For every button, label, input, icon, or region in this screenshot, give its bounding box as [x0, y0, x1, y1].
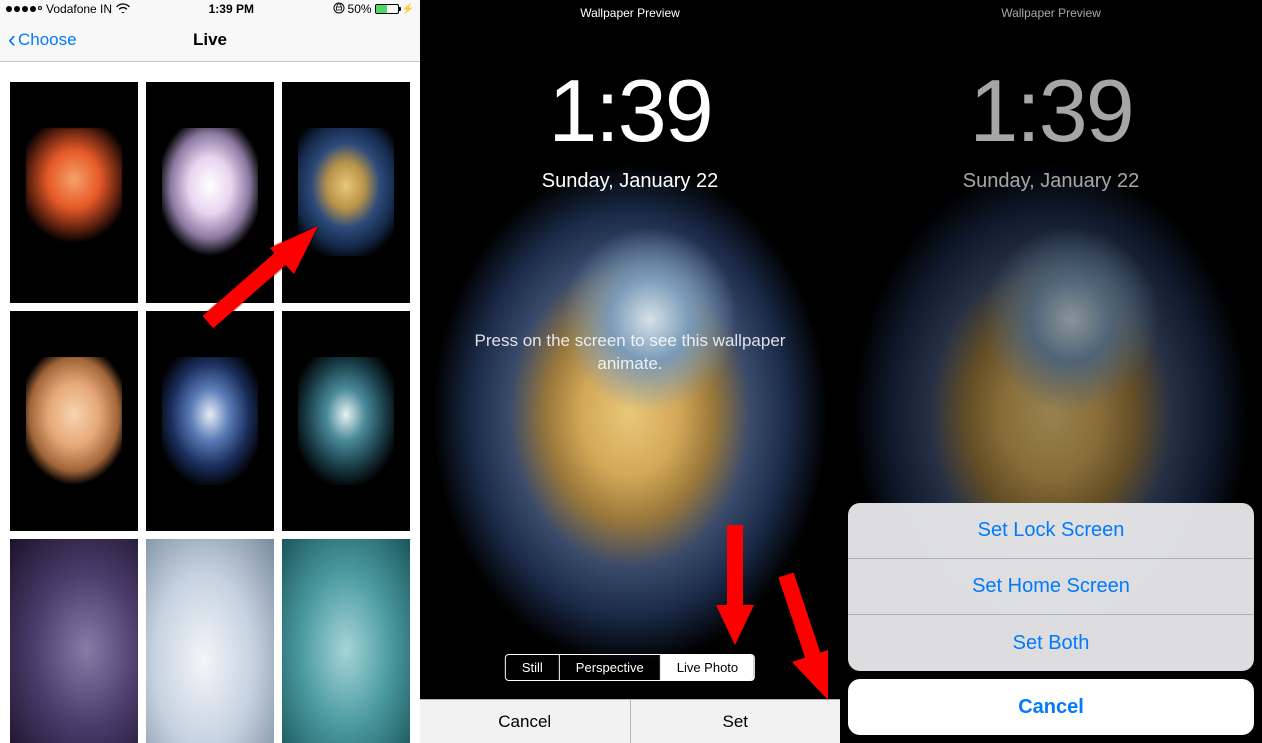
wallpaper-set-sheet-screen: Wallpaper Preview 1:39 Sunday, January 2…: [840, 0, 1262, 743]
display-mode-segmented: Still Perspective Live Photo: [505, 654, 755, 681]
action-sheet: Set Lock Screen Set Home Screen Set Both…: [848, 503, 1254, 735]
page-title: Live: [193, 30, 227, 50]
lock-date: Sunday, January 22: [420, 170, 840, 193]
signal-dots-icon: [6, 6, 42, 12]
wallpaper-thumb[interactable]: [282, 539, 410, 743]
wallpaper-thumb[interactable]: [282, 311, 410, 532]
wallpaper-grid: [0, 62, 420, 743]
action-sheet-group: Set Lock Screen Set Home Screen Set Both: [848, 503, 1254, 671]
preview-title: Wallpaper Preview: [420, 6, 840, 20]
cancel-button[interactable]: Cancel: [848, 679, 1254, 735]
set-lock-screen-button[interactable]: Set Lock Screen: [848, 503, 1254, 559]
set-home-screen-button[interactable]: Set Home Screen: [848, 559, 1254, 615]
navbar: ‹ Choose Live: [0, 18, 420, 62]
wallpaper-preview-screen: Wallpaper Preview 1:39 Sunday, January 2…: [420, 0, 840, 743]
battery-icon: [375, 4, 399, 14]
wallpaper-picker-screen: Vodafone IN 1:39 PM 50% ⚡ ‹ Choose Live: [0, 0, 420, 743]
wallpaper-thumb[interactable]: [146, 82, 274, 303]
carrier-label: Vodafone IN: [46, 2, 112, 16]
status-right: 50% ⚡: [333, 2, 414, 17]
wallpaper-thumb[interactable]: [282, 82, 410, 303]
segment-live-photo[interactable]: Live Photo: [661, 655, 754, 680]
wallpaper-thumb[interactable]: [10, 539, 138, 743]
rotation-lock-icon: [333, 2, 345, 17]
wallpaper-thumb[interactable]: [10, 311, 138, 532]
wallpaper-thumb[interactable]: [146, 311, 274, 532]
status-time: 1:39 PM: [209, 2, 254, 16]
cancel-button[interactable]: Cancel: [420, 700, 631, 743]
wallpaper-thumb[interactable]: [146, 539, 274, 743]
wallpaper-thumb[interactable]: [10, 82, 138, 303]
set-both-button[interactable]: Set Both: [848, 615, 1254, 671]
chevron-left-icon: ‹: [8, 28, 16, 52]
back-button[interactable]: ‹ Choose: [8, 28, 77, 52]
wifi-icon: [116, 2, 130, 16]
charging-icon: ⚡: [402, 4, 414, 15]
set-button[interactable]: Set: [631, 700, 841, 743]
bottom-bar: Cancel Set: [420, 699, 840, 743]
segment-perspective[interactable]: Perspective: [560, 655, 661, 680]
segment-still[interactable]: Still: [506, 655, 560, 680]
status-left: Vodafone IN: [6, 2, 130, 16]
battery-pct: 50%: [348, 2, 372, 16]
status-bar: Vodafone IN 1:39 PM 50% ⚡: [0, 0, 420, 18]
back-label: Choose: [18, 30, 77, 50]
live-hint: Press on the screen to see this wallpape…: [420, 330, 840, 376]
lock-clock: 1:39: [420, 60, 840, 162]
